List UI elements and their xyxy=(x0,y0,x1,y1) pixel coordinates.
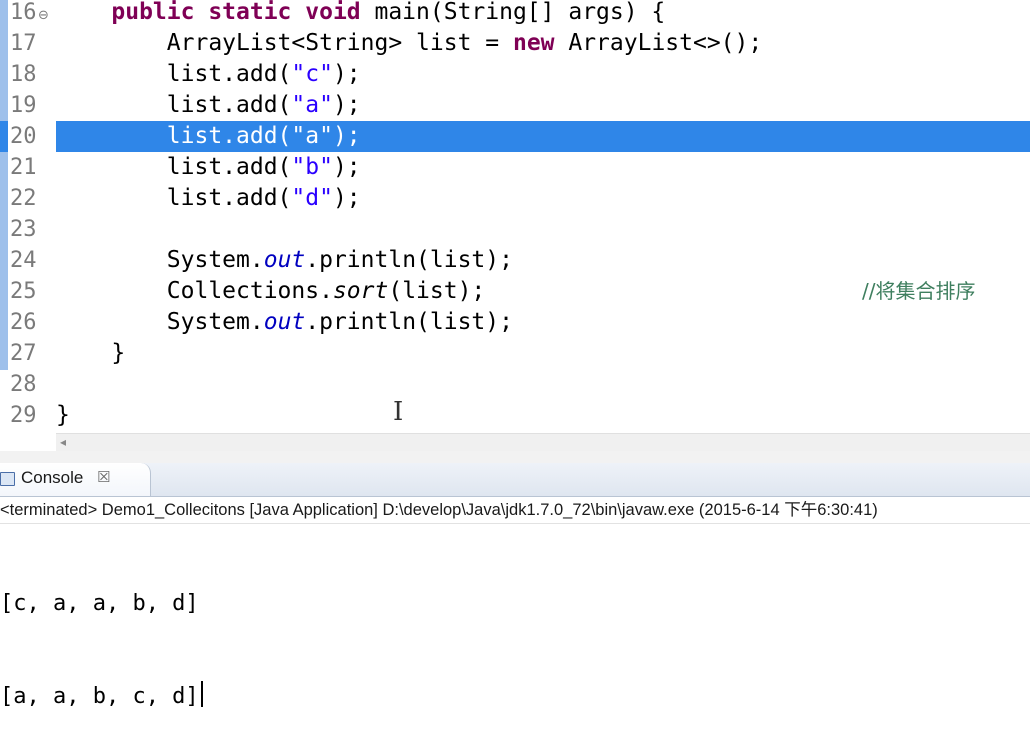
token-plain: ); xyxy=(332,92,361,118)
token-plain: ); xyxy=(332,61,361,87)
token-plain: } xyxy=(56,402,70,428)
token-plain: .println(list); xyxy=(305,247,513,273)
ibeam-cursor-icon: I xyxy=(393,397,404,427)
token-str: "b" xyxy=(291,154,333,180)
token-plain: list.add( xyxy=(56,61,292,87)
line-number: 17 xyxy=(10,31,37,56)
code-text: list.add("c"); xyxy=(56,59,361,90)
console-icon xyxy=(0,472,15,486)
line-number: 25 xyxy=(10,279,37,304)
line-number: 27 xyxy=(10,341,37,366)
tab-console[interactable]: Console ☒ xyxy=(0,463,151,496)
token-plain: ArrayList<>(); xyxy=(554,30,763,56)
code-text: System.out.println(list); xyxy=(56,307,513,338)
token-kw: public static void xyxy=(111,0,361,25)
token-plain: } xyxy=(56,340,126,366)
console-output[interactable]: [c, a, a, b, d] [a, a, b, c, d] xyxy=(0,526,1030,743)
code-line-27[interactable]: 27 } xyxy=(0,338,1030,369)
code-line-28[interactable]: 28 xyxy=(0,369,1030,400)
code-text: list.add("a"); xyxy=(56,90,361,121)
line-number: 29 xyxy=(10,403,37,428)
token-str: "c" xyxy=(291,61,333,87)
token-plain: ); xyxy=(332,154,361,180)
code-text: System.out.println(list); xyxy=(56,245,513,276)
close-icon[interactable]: ☒ xyxy=(97,468,110,486)
token-static-m: sort xyxy=(332,278,389,304)
token-plain: System. xyxy=(56,247,264,273)
token-plain: list.add( xyxy=(56,123,292,149)
console-output-line: [c, a, a, b, d] xyxy=(0,591,199,616)
scroll-gutter-corner xyxy=(0,433,56,451)
line-number: 21 xyxy=(10,155,37,180)
line-number: 22 xyxy=(10,186,37,211)
line-number: 20 xyxy=(8,121,56,152)
code-line-29[interactable]: 29} xyxy=(0,400,1030,431)
code-text: } xyxy=(56,338,125,369)
token-plain: list.add( xyxy=(56,185,292,211)
token-plain: (list); xyxy=(388,278,486,304)
token-plain: ); xyxy=(332,123,361,149)
token-str: "a" xyxy=(291,92,333,118)
console-output-line-last: [a, a, b, c, d] xyxy=(0,681,1030,712)
console-tab-label: Console xyxy=(21,468,84,487)
code-text: list.add("b"); xyxy=(56,152,361,183)
code-line-19[interactable]: 19 list.add("a"); xyxy=(0,90,1030,121)
token-plain: .println(list); xyxy=(305,309,513,335)
code-line-16[interactable]: 16 ⊖ public static void main(String[] arg… xyxy=(0,0,1030,28)
token-plain: ArrayList<String> list = xyxy=(56,30,513,56)
code-text: } xyxy=(56,400,70,431)
code-line-24[interactable]: 24 System.out.println(list); xyxy=(0,245,1030,276)
line-number: 18 xyxy=(10,62,37,87)
token-kw: new xyxy=(512,30,555,56)
token-plain: main(String[] args) { xyxy=(360,0,666,25)
line-number: 28 xyxy=(10,372,37,397)
code-line-25[interactable]: 25 Collections.sort(list); //将集合排序 xyxy=(0,276,1030,307)
code-line-18[interactable]: 18 list.add("c"); xyxy=(0,59,1030,90)
token-plain: ); xyxy=(332,185,361,211)
line-number: 26 xyxy=(10,310,37,335)
line-number: 19 xyxy=(10,93,37,118)
token-plain: System. xyxy=(56,309,264,335)
token-str: "d" xyxy=(291,185,333,211)
token-str: "a" xyxy=(291,123,333,149)
code-comment: //将集合排序 xyxy=(862,279,976,303)
code-editor[interactable]: 16 ⊖ public static void main(String[] arg… xyxy=(0,0,1030,433)
code-line-26[interactable]: 26 System.out.println(list); xyxy=(0,307,1030,338)
code-text: list.add("d"); xyxy=(56,183,361,214)
code-line-20[interactable]: 20 list.add("a"); xyxy=(0,121,1030,152)
text-caret xyxy=(200,681,203,707)
line-number: 23 xyxy=(10,217,37,242)
code-text: public static void main(String[] args) { xyxy=(56,0,665,28)
token-plain: Collections. xyxy=(56,278,333,304)
code-text: Collections.sort(list); xyxy=(56,276,486,307)
token-plain: list.add( xyxy=(56,154,292,180)
collapse-fold-icon[interactable]: ⊖ xyxy=(38,0,49,31)
console-tab-bar: Console ☒ xyxy=(0,463,1030,497)
code-text: ArrayList<String> list = new ArrayList<>… xyxy=(56,28,762,59)
token-field: out xyxy=(263,309,306,335)
code-text: list.add("a"); xyxy=(56,121,361,152)
code-line-21[interactable]: 21 list.add("b"); xyxy=(0,152,1030,183)
code-line-17[interactable]: 17 ArrayList<String> list = new ArrayLis… xyxy=(0,28,1030,59)
code-line-23[interactable]: 23 xyxy=(0,214,1030,245)
console-status-line: <terminated> Demo1_Collecitons [Java App… xyxy=(0,497,1030,524)
token-plain: list.add( xyxy=(56,92,292,118)
token-field: out xyxy=(263,247,306,273)
code-line-22[interactable]: 22 list.add("d"); xyxy=(0,183,1030,214)
horizontal-scrollbar[interactable]: ◂ xyxy=(56,433,1030,451)
scroll-left-arrow-icon[interactable]: ◂ xyxy=(60,434,66,451)
line-number: 24 xyxy=(10,248,37,273)
